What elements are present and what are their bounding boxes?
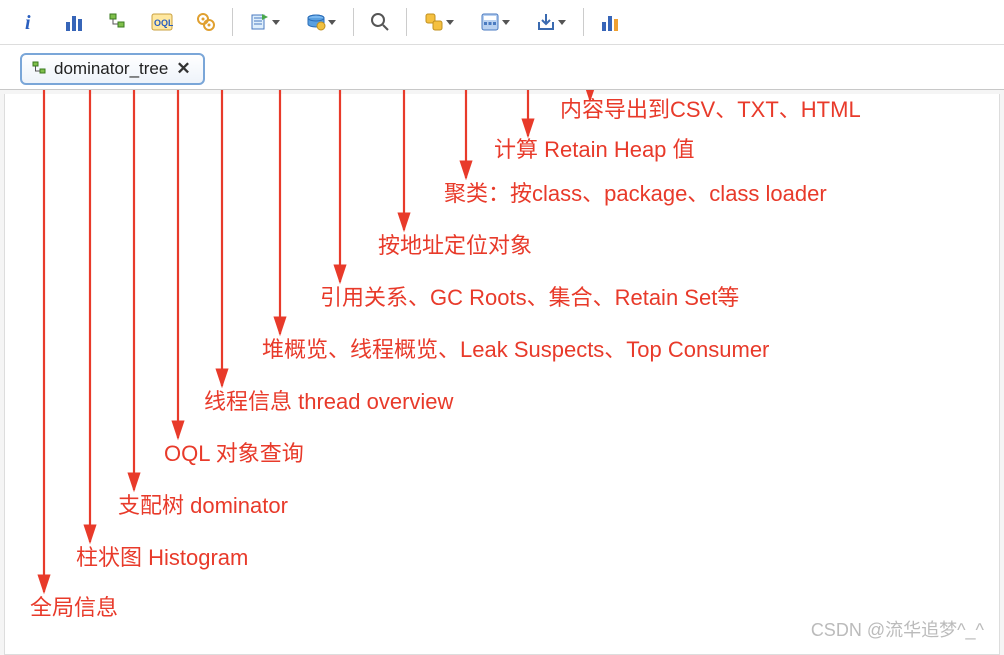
tab-bar: dominator_tree ✕ <box>0 45 1004 90</box>
search-button[interactable] <box>364 6 396 38</box>
info-button[interactable]: i <box>14 6 46 38</box>
oql-button[interactable]: OQL <box>146 6 178 38</box>
svg-text:OQL: OQL <box>154 18 173 28</box>
export-dropdown[interactable] <box>529 6 573 38</box>
separator <box>583 8 584 36</box>
tab-label: dominator_tree <box>54 59 168 79</box>
dominator-tree-button[interactable] <box>102 6 134 38</box>
chevron-down-icon <box>446 20 454 25</box>
selected-histogram-button[interactable] <box>594 6 626 38</box>
reference-dropdown[interactable] <box>299 6 343 38</box>
separator <box>232 8 233 36</box>
histogram-button[interactable] <box>58 6 90 38</box>
close-icon[interactable]: ✕ <box>174 59 192 79</box>
tree-icon <box>32 61 48 77</box>
groupby-dropdown[interactable] <box>417 6 461 38</box>
overview-dropdown[interactable] <box>243 6 287 38</box>
chevron-down-icon <box>558 20 566 25</box>
watermark: CSDN @流华追梦^_^ <box>811 616 984 642</box>
separator <box>406 8 407 36</box>
tab-dominator-tree[interactable]: dominator_tree ✕ <box>20 53 205 85</box>
chevron-down-icon <box>328 20 336 25</box>
svg-text:i: i <box>25 12 31 32</box>
separator <box>353 8 354 36</box>
content-area <box>4 94 1000 655</box>
chevron-down-icon <box>502 20 510 25</box>
calc-dropdown[interactable] <box>473 6 517 38</box>
chevron-down-icon <box>272 20 280 25</box>
thread-button[interactable] <box>190 6 222 38</box>
toolbar: i OQL <box>0 0 1004 45</box>
